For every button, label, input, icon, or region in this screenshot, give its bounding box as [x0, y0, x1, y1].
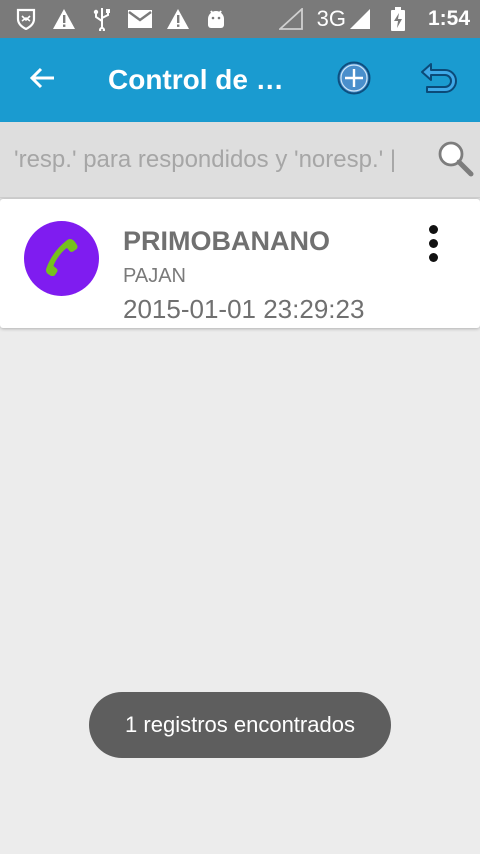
back-arrow-icon [28, 66, 56, 95]
add-circle-icon [336, 60, 372, 101]
battery-charging-icon [386, 7, 410, 31]
network-type: 3G [316, 6, 346, 31]
app-bar: Control de R… [0, 38, 480, 122]
usb-icon [90, 7, 114, 31]
mail-icon [128, 7, 152, 31]
phone-icon [42, 236, 82, 281]
status-bar: 3G 1:54 [0, 0, 480, 38]
system-icons: 3G 1:54 [278, 6, 470, 32]
toast-message: 1 registros encontrados [89, 692, 391, 758]
search-input[interactable] [14, 140, 434, 180]
record-datetime: 2015-01-01 23:29:23 [123, 294, 365, 324]
undo-button[interactable] [406, 38, 470, 122]
warning-icon [52, 7, 76, 31]
list-item[interactable]: PRIMOBANANO PAJAN 2015-01-01 23:29:23 [0, 199, 480, 328]
search-button[interactable] [434, 138, 476, 182]
signal-icon [348, 7, 372, 31]
search-icon [436, 139, 474, 182]
record-name: PRIMOBANANO [123, 226, 330, 256]
page-title: Control de R… [108, 64, 303, 95]
warning-icon [166, 7, 190, 31]
signal-icon [278, 7, 303, 31]
search-bar [0, 122, 480, 198]
shield-icon [14, 7, 38, 31]
add-button[interactable] [322, 38, 386, 122]
android-icon [204, 7, 228, 31]
notification-icons [14, 7, 228, 31]
clock: 1:54 [427, 7, 470, 30]
more-vert-icon [428, 224, 438, 234]
back-button[interactable] [0, 38, 84, 122]
record-place: PAJAN [123, 265, 186, 287]
undo-icon [419, 62, 457, 99]
avatar [24, 221, 99, 296]
overflow-menu-button[interactable] [412, 217, 454, 269]
